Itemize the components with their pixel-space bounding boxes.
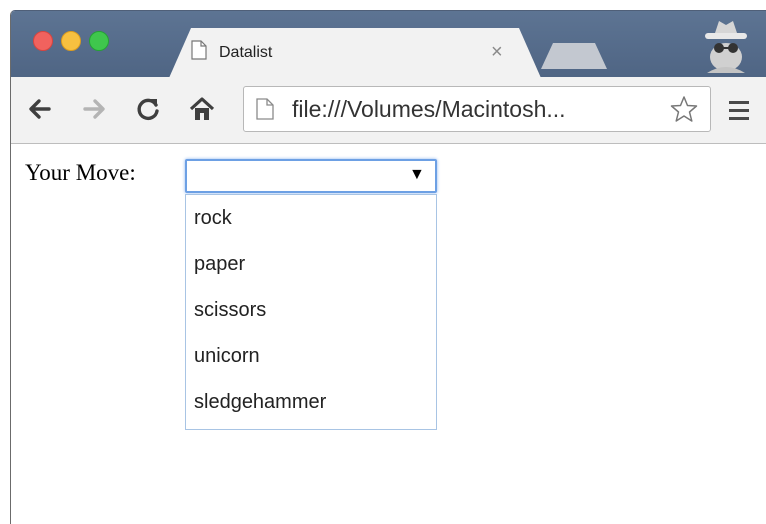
browser-toolbar: file:///Volumes/Macintosh... [11,77,766,144]
reload-icon[interactable] [135,96,161,127]
tab-datalist[interactable]: Datalist × [169,28,541,78]
maximize-window-button[interactable] [89,31,109,51]
incognito-icon [701,17,751,78]
back-arrow-icon[interactable] [27,96,53,127]
suggestion-sledgehammer[interactable]: sledgehammer [186,379,436,425]
hamburger-menu-icon[interactable] [729,101,749,125]
page-content: Your Move: ▼ rock paper scissors unicorn… [11,144,766,524]
forward-arrow-icon[interactable] [81,96,107,127]
tab-close-icon[interactable]: × [491,41,503,64]
your-move-input[interactable] [185,159,437,193]
bookmark-star-icon[interactable] [670,95,698,128]
url-text[interactable]: file:///Volumes/Macintosh... [292,96,566,123]
page-icon [256,98,274,125]
tab-strip: Datalist × [11,11,766,78]
minimize-window-button[interactable] [61,31,81,51]
suggestion-paper[interactable]: paper [186,241,436,287]
datalist-suggestions: rock paper scissors unicorn sledgehammer [185,194,437,430]
suggestion-unicorn[interactable]: unicorn [186,333,436,379]
dropdown-arrow-icon[interactable]: ▼ [409,166,425,184]
address-bar[interactable]: file:///Volumes/Macintosh... [243,86,711,132]
your-move-label: Your Move: [25,160,136,185]
page-icon [191,40,207,65]
new-tab-button[interactable] [541,43,607,69]
suggestion-scissors[interactable]: scissors [186,287,436,333]
browser-window: Datalist × file:///Volumes/Macintosh... … [10,10,766,524]
close-window-button[interactable] [33,31,53,51]
tab-title: Datalist [219,44,273,61]
suggestion-rock[interactable]: rock [186,195,436,241]
home-icon[interactable] [189,96,215,127]
